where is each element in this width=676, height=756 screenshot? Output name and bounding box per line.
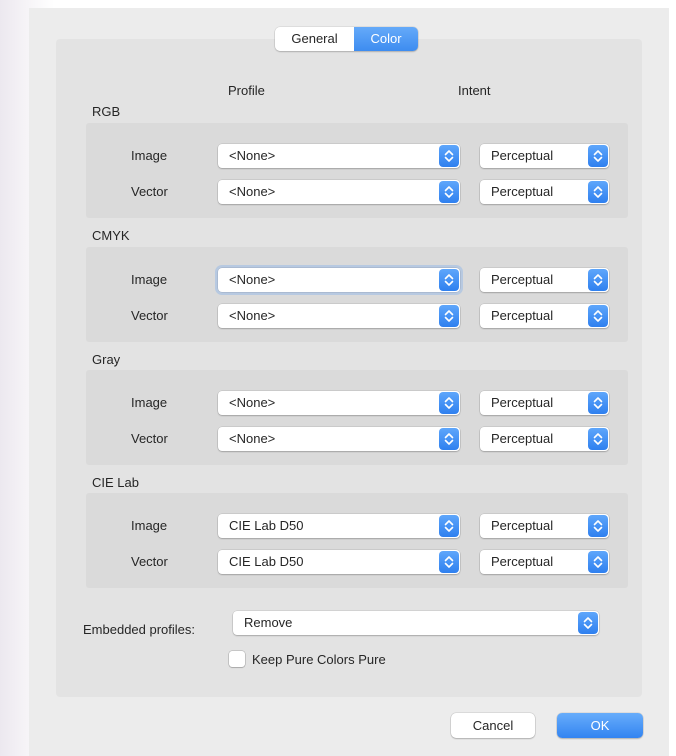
cie-lab-image-profile-popup[interactable]: CIE Lab D50 bbox=[218, 514, 460, 538]
gray-vector-profile-popup[interactable]: <None> bbox=[218, 427, 460, 451]
section-title-cie-lab: CIE Lab bbox=[92, 475, 139, 490]
rgb-image-profile-popup[interactable]: <None> bbox=[218, 144, 460, 168]
popup-value: CIE Lab D50 bbox=[229, 518, 304, 533]
cie-lab-image-label: Image bbox=[131, 518, 168, 533]
keep-pure-colors-checkbox[interactable] bbox=[229, 651, 245, 667]
chevron-up-down-icon bbox=[588, 428, 608, 450]
popup-value: Perceptual bbox=[491, 184, 554, 199]
tab-color[interactable]: Color bbox=[354, 27, 418, 51]
chevron-up-down-icon bbox=[439, 181, 459, 203]
cmyk-vector-profile-popup[interactable]: <None> bbox=[218, 304, 460, 328]
section-cmyk: Image <None> Perceptual Vector <None> Pe… bbox=[86, 247, 628, 342]
chevron-up-down-icon bbox=[578, 612, 598, 634]
gray-vector-intent-popup[interactable]: Perceptual bbox=[480, 427, 609, 451]
popup-value: <None> bbox=[229, 272, 276, 287]
chevron-up-down-icon bbox=[588, 181, 608, 203]
cmyk-vector-label: Vector bbox=[131, 308, 168, 323]
rgb-vector-label: Vector bbox=[131, 184, 168, 199]
section-title-gray: Gray bbox=[92, 352, 121, 367]
chevron-up-down-icon bbox=[588, 392, 608, 414]
gray-vector-label: Vector bbox=[131, 431, 168, 446]
gray-image-label: Image bbox=[131, 395, 168, 410]
popup-value: <None> bbox=[229, 395, 276, 410]
popup-value: Perceptual bbox=[491, 431, 554, 446]
popup-value: <None> bbox=[229, 431, 276, 446]
embedded-profiles-popup[interactable]: Remove bbox=[233, 611, 599, 635]
tab-general[interactable]: General bbox=[275, 27, 354, 51]
rgb-vector-intent-popup[interactable]: Perceptual bbox=[480, 180, 609, 204]
chevron-up-down-icon bbox=[588, 551, 608, 573]
section-rgb: Image <None> Perceptual Vector <None> Pe… bbox=[86, 123, 628, 218]
cmyk-image-intent-popup[interactable]: Perceptual bbox=[480, 268, 609, 292]
cie-lab-vector-label: Vector bbox=[131, 554, 168, 569]
chevron-up-down-icon bbox=[588, 305, 608, 327]
rgb-image-label: Image bbox=[131, 148, 168, 163]
popup-value: Perceptual bbox=[491, 148, 554, 163]
cmyk-image-label: Image bbox=[131, 272, 168, 287]
popup-value: Perceptual bbox=[491, 272, 554, 287]
popup-value: Perceptual bbox=[491, 395, 554, 410]
cancel-button[interactable]: Cancel bbox=[451, 713, 535, 738]
chevron-up-down-icon bbox=[439, 269, 459, 291]
cie-lab-image-intent-popup[interactable]: Perceptual bbox=[480, 514, 609, 538]
chevron-up-down-icon bbox=[588, 269, 608, 291]
section-title-rgb: RGB bbox=[92, 104, 121, 119]
popup-value: CIE Lab D50 bbox=[229, 554, 304, 569]
tab-bar: General Color bbox=[275, 27, 418, 51]
embedded-profiles-label: Embedded profiles: bbox=[83, 622, 196, 637]
popup-value: <None> bbox=[229, 308, 276, 323]
section-cie-lab: Image CIE Lab D50 Perceptual Vector CIE … bbox=[86, 493, 628, 588]
gray-image-intent-popup[interactable]: Perceptual bbox=[480, 391, 609, 415]
keep-pure-colors-label[interactable]: Keep Pure Colors Pure bbox=[252, 652, 386, 667]
rgb-vector-profile-popup[interactable]: <None> bbox=[218, 180, 460, 204]
chevron-up-down-icon bbox=[588, 515, 608, 537]
cmyk-image-profile-popup[interactable]: <None> bbox=[218, 268, 460, 292]
section-title-cmyk: CMYK bbox=[92, 228, 130, 243]
chevron-up-down-icon bbox=[588, 145, 608, 167]
rgb-image-intent-popup[interactable]: Perceptual bbox=[480, 144, 609, 168]
chevron-up-down-icon bbox=[439, 305, 459, 327]
chevron-up-down-icon bbox=[439, 428, 459, 450]
gray-image-profile-popup[interactable]: <None> bbox=[218, 391, 460, 415]
intent-column-header: Intent bbox=[458, 83, 491, 98]
popup-value: <None> bbox=[229, 148, 276, 163]
profile-column-header: Profile bbox=[228, 83, 265, 98]
color-settings-dialog: General Color Profile Intent RGB Image <… bbox=[29, 8, 669, 756]
chevron-up-down-icon bbox=[439, 145, 459, 167]
popup-value: Perceptual bbox=[491, 308, 554, 323]
popup-value: <None> bbox=[229, 184, 276, 199]
cmyk-vector-intent-popup[interactable]: Perceptual bbox=[480, 304, 609, 328]
section-gray: Image <None> Perceptual Vector <None> Pe… bbox=[86, 370, 628, 465]
popup-value: Perceptual bbox=[491, 518, 554, 533]
cie-lab-vector-profile-popup[interactable]: CIE Lab D50 bbox=[218, 550, 460, 574]
chevron-up-down-icon bbox=[439, 515, 459, 537]
popup-value: Perceptual bbox=[491, 554, 554, 569]
cie-lab-vector-intent-popup[interactable]: Perceptual bbox=[480, 550, 609, 574]
chevron-up-down-icon bbox=[439, 551, 459, 573]
popup-value: Remove bbox=[244, 615, 293, 630]
chevron-up-down-icon bbox=[439, 392, 459, 414]
ok-button[interactable]: OK bbox=[557, 713, 643, 738]
